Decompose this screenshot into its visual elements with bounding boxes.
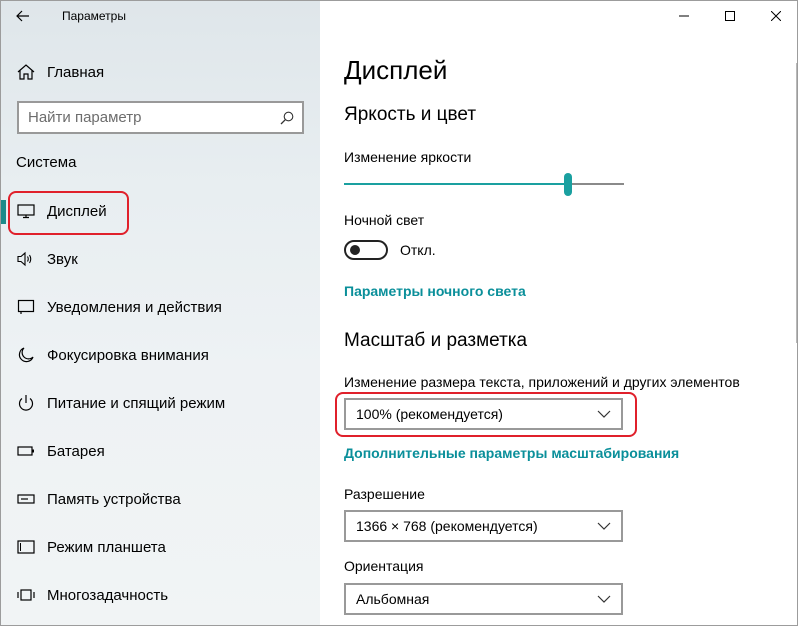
sidebar-item-label: Уведомления и действия [47,298,222,316]
scale-section-title: Масштаб и разметка [344,330,528,351]
power-icon [1,394,47,412]
sidebar-item-label: Память устройства [47,490,181,508]
chevron-down-icon [597,410,611,418]
scale-select-value: 100% (рекомендуется) [356,406,503,422]
sidebar: Параметры Главная Система [1,1,320,625]
sidebar-item-tablet[interactable]: Режим планшета [1,523,320,571]
resolution-select-value: 1366 × 768 (рекомендуется) [356,518,538,534]
battery-icon [1,445,47,457]
sidebar-item-storage[interactable]: Память устройства [1,475,320,523]
search-input[interactable] [28,109,268,126]
brightness-slider[interactable] [344,171,624,197]
nav-list: Дисплей Звук Уведомления и действия Фоку… [1,187,320,619]
scale-select[interactable]: 100% (рекомендуется) [344,398,623,430]
maximize-button[interactable] [707,1,753,31]
orientation-label: Ориентация [344,558,424,574]
night-light-toggle[interactable] [344,240,388,260]
chevron-down-icon [597,595,611,603]
page-title: Дисплей [344,55,448,85]
nav-home-label: Главная [47,63,105,81]
home-icon [1,64,47,80]
sidebar-item-label: Звук [47,250,78,268]
monitor-icon [1,203,47,219]
brightness-section-title: Яркость и цвет [344,104,477,125]
moon-icon [1,346,47,364]
night-light-state: Откл. [400,242,436,258]
main-content: Дисплей Яркость и цвет Изменение яркости… [320,1,797,625]
window-controls [661,1,797,31]
sidebar-item-power[interactable]: Питание и спящий режим [1,379,320,427]
sidebar-item-display[interactable]: Дисплей [1,187,320,235]
sidebar-item-label: Батарея [47,442,105,460]
orientation-select[interactable]: Альбомная [344,583,623,615]
slider-track-filled [344,183,568,185]
nav-home[interactable]: Главная [1,56,320,88]
maximize-icon [725,11,735,21]
night-light-settings-link[interactable]: Параметры ночного света [344,283,526,299]
brightness-label: Изменение яркости [344,149,472,165]
speaker-icon [1,251,47,267]
resolution-select[interactable]: 1366 × 768 (рекомендуется) [344,510,623,542]
sidebar-section-title: Система [16,154,77,171]
back-button[interactable] [9,3,37,29]
sidebar-item-sound[interactable]: Звук [1,235,320,283]
back-arrow-icon [16,10,29,22]
sidebar-item-battery[interactable]: Батарея [1,427,320,475]
minimize-icon [679,15,689,17]
settings-window: Параметры Главная Система [0,0,798,626]
close-button[interactable] [753,1,797,31]
sidebar-item-label: Фокусировка внимания [47,346,209,364]
orientation-select-value: Альбомная [356,591,430,607]
minimize-button[interactable] [661,1,707,31]
scale-size-label: Изменение размера текста, приложений и д… [344,374,740,390]
title-bar: Параметры [1,1,320,31]
chevron-down-icon [597,522,611,530]
sidebar-item-label: Многозадачность [47,586,169,604]
notification-icon [1,299,47,315]
sidebar-item-label: Дисплей [47,202,107,220]
night-light-toggle-row: Откл. [344,238,436,262]
sidebar-item-label: Питание и спящий режим [47,394,226,412]
storage-icon [1,493,47,505]
app-title: Параметры [62,9,126,23]
resolution-label: Разрешение [344,486,425,502]
sidebar-item-multitasking[interactable]: Многозадачность [1,571,320,619]
multitask-icon [1,587,47,603]
slider-track-rest [568,183,624,185]
toggle-knob [350,245,360,255]
sidebar-item-label: Режим планшета [47,538,166,556]
slider-thumb[interactable] [564,173,572,196]
search-box[interactable] [17,101,304,134]
tablet-icon [1,539,47,555]
sidebar-item-focus[interactable]: Фокусировка внимания [1,331,320,379]
close-icon [771,11,781,21]
search-icon[interactable] [280,111,294,125]
advanced-scaling-link[interactable]: Дополнительные параметры масштабирования [344,445,679,461]
night-light-label: Ночной свет [344,212,425,228]
sidebar-item-notifications[interactable]: Уведомления и действия [1,283,320,331]
